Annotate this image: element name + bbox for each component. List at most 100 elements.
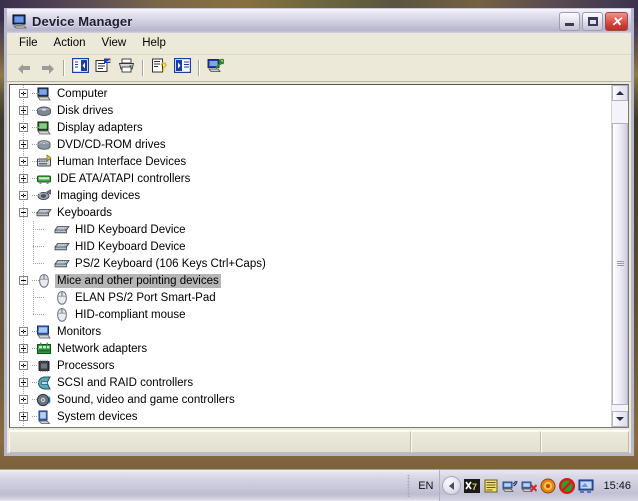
- tree-item[interactable]: Network adapters: [10, 340, 611, 357]
- menu-action[interactable]: Action: [46, 34, 94, 53]
- tree-item-label: Mice and other pointing devices: [55, 273, 221, 288]
- device-manager-window: Device Manager ✕ File Action View Help ?…: [4, 8, 634, 456]
- scan-hardware-icon: [207, 58, 225, 78]
- taskbar-clock[interactable]: 15:46: [597, 480, 633, 492]
- tree-item[interactable]: HID-compliant mouse: [10, 306, 611, 323]
- tray-icon-orange-shield[interactable]: [540, 478, 556, 494]
- language-bar-grip[interactable]: [406, 474, 412, 497]
- scroll-up-button[interactable]: [612, 85, 628, 101]
- tree-item-label: SCSI and RAID controllers: [57, 376, 194, 389]
- forward-button[interactable]: [36, 57, 59, 79]
- tree-item[interactable]: Display adapters: [10, 119, 611, 136]
- scan-for-hardware-changes-button[interactable]: [204, 57, 227, 79]
- toolbar: ?: [7, 55, 631, 82]
- tree-item[interactable]: Monitors: [10, 323, 611, 340]
- tree-item[interactable]: Human Interface Devices: [10, 153, 611, 170]
- statusbar: [9, 430, 629, 453]
- tree-item[interactable]: IDE ATA/ATAPI controllers: [10, 170, 611, 187]
- menubar: File Action View Help: [7, 33, 631, 55]
- tree-item[interactable]: Processors: [10, 357, 611, 374]
- tree-guide-line: [32, 144, 39, 145]
- tree-guide-line: [33, 229, 45, 230]
- scroll-thumb[interactable]: [612, 123, 628, 405]
- tree-item-label: Processors: [57, 359, 115, 372]
- print-button[interactable]: [115, 57, 138, 79]
- tray-icon-network-active[interactable]: [502, 478, 519, 494]
- taskbar-buttons-area[interactable]: [0, 470, 406, 501]
- tray-icon-x7[interactable]: 7: [464, 478, 481, 494]
- tree-guide-line: [32, 365, 39, 366]
- tree-item[interactable]: PS/2 Keyboard (106 Keys Ctrl+Caps): [10, 255, 611, 272]
- taskbar: EN 7 15:46: [0, 469, 638, 501]
- tree-item-label: Display adapters: [57, 121, 143, 134]
- tree-guide-line: [32, 399, 39, 400]
- tray-icon-blocked[interactable]: [559, 477, 576, 494]
- vertical-scrollbar[interactable]: [611, 85, 628, 427]
- maximize-button[interactable]: [582, 11, 603, 31]
- tree-item[interactable]: Keyboards: [10, 204, 611, 221]
- tree-item-label: Sound, video and game controllers: [57, 393, 235, 406]
- tree-guide-line: [33, 314, 45, 315]
- status-pane-main: [9, 431, 411, 453]
- tree-guide-line: [32, 195, 39, 196]
- tray-icon-network-disconnected[interactable]: [521, 478, 538, 494]
- svg-text:7: 7: [472, 482, 477, 492]
- scroll-down-button[interactable]: [612, 411, 628, 427]
- tree-item[interactable]: Computer: [10, 85, 611, 102]
- tree-item-label: Computer: [57, 87, 108, 100]
- window-titlebar[interactable]: Device Manager ✕: [7, 8, 631, 33]
- scroll-track[interactable]: [612, 101, 628, 411]
- mouse-icon: [54, 307, 70, 323]
- details-pane-icon: [173, 57, 192, 78]
- keyboard-icon: [54, 256, 70, 272]
- tree-item[interactable]: DVD/CD-ROM drives: [10, 136, 611, 153]
- menu-view[interactable]: View: [94, 34, 135, 53]
- menu-file[interactable]: File: [11, 34, 46, 53]
- client-area: Computer Disk drives Display adapters DVD/C…: [7, 82, 631, 453]
- tray-icon-notepad[interactable]: [483, 478, 499, 494]
- tree-guide-line: [32, 212, 39, 213]
- menu-help[interactable]: Help: [134, 34, 174, 53]
- tree-guide-line: [32, 280, 39, 281]
- tree-item[interactable]: Imaging devices: [10, 187, 611, 204]
- help-button[interactable]: ?: [148, 57, 171, 79]
- tree-item[interactable]: Disk drives: [10, 102, 611, 119]
- arrow-left-icon: [18, 63, 31, 74]
- show-hide-details-button[interactable]: [171, 57, 194, 79]
- tree-guide-line: [33, 297, 45, 298]
- show-hide-console-tree-button[interactable]: [69, 57, 92, 79]
- language-indicator[interactable]: EN: [414, 480, 437, 492]
- language-bar[interactable]: EN: [406, 472, 439, 499]
- tree-item-label: HID-compliant mouse: [75, 308, 186, 321]
- device-tree[interactable]: Computer Disk drives Display adapters DVD/C…: [10, 85, 611, 427]
- tree-panel: Computer Disk drives Display adapters DVD/C…: [9, 84, 629, 428]
- tree-item-label: Network adapters: [57, 342, 148, 355]
- back-button[interactable]: [13, 57, 36, 79]
- tree-item[interactable]: ELAN PS/2 Port Smart-Pad: [10, 289, 611, 306]
- tree-item[interactable]: HID Keyboard Device: [10, 221, 611, 238]
- tree-guide-line: [32, 161, 39, 162]
- tree-item[interactable]: HID Keyboard Device: [10, 238, 611, 255]
- tray-icon-display[interactable]: [578, 478, 594, 494]
- window-title: Device Manager: [32, 13, 133, 29]
- tree-item-label: PS/2 Keyboard (106 Keys Ctrl+Caps): [75, 257, 266, 270]
- tree-item[interactable]: SCSI and RAID controllers: [10, 374, 611, 391]
- tree-item[interactable]: Sound, video and game controllers: [10, 391, 611, 408]
- toolbar-separator: [63, 60, 65, 76]
- show-hidden-icons-button[interactable]: [442, 476, 462, 495]
- minimize-button[interactable]: [559, 11, 580, 31]
- close-button[interactable]: ✕: [605, 11, 628, 31]
- tree-guide-line: [33, 246, 45, 247]
- tree-item[interactable]: System devices: [10, 408, 611, 425]
- tree-guide-line: [33, 289, 34, 315]
- tree-item-label: DVD/CD-ROM drives: [57, 138, 166, 151]
- tree-guide-line: [32, 178, 39, 179]
- tree-guide-line: [32, 331, 39, 332]
- window-buttons: ✕: [559, 11, 628, 31]
- computer-monitor-icon: [12, 13, 28, 29]
- properties-button[interactable]: [92, 57, 115, 79]
- tree-item-label: Universal Serial Bus controllers: [55, 427, 219, 428]
- mouse-icon: [54, 290, 70, 306]
- tree-item[interactable]: Universal Serial Bus controllers: [10, 425, 611, 427]
- tree-item[interactable]: Mice and other pointing devices: [10, 272, 611, 289]
